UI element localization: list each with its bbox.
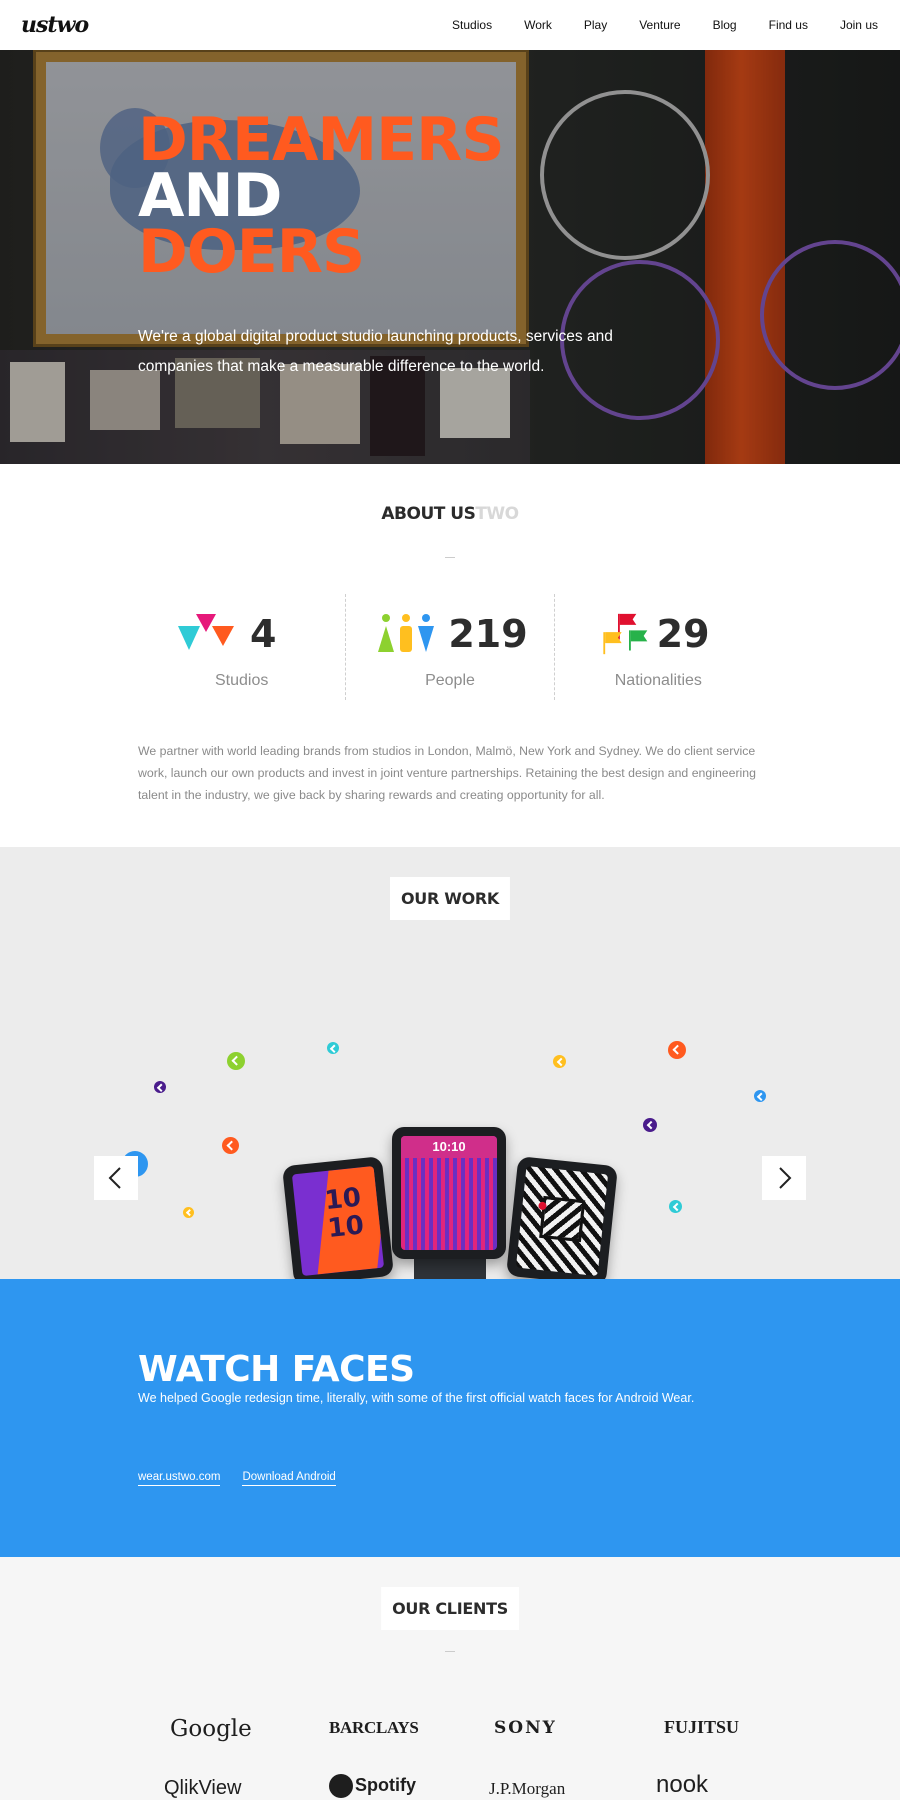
client-logo-jpmorgan: J.P.Morgan bbox=[489, 1779, 566, 1798]
carousel-next-button[interactable] bbox=[762, 1156, 806, 1200]
decorative-dot-icon bbox=[754, 1090, 766, 1102]
flags-icon bbox=[602, 613, 647, 655]
nav-join-us[interactable]: Join us bbox=[840, 18, 878, 32]
watch-face-center: 10:10 bbox=[401, 1136, 497, 1250]
nav-find-us[interactable]: Find us bbox=[769, 18, 808, 32]
feature-links: wear.ustwo.com Download Android bbox=[138, 1471, 336, 1486]
watch-time: 10:10 bbox=[401, 1136, 497, 1158]
client-logo-fujitsu: FUJITSU bbox=[664, 1717, 740, 1737]
stat-people: 219 People bbox=[345, 594, 553, 700]
hero-banner: DREAMERS AND DOERS We're a global digita… bbox=[0, 50, 900, 464]
carousel-prev-button[interactable] bbox=[94, 1156, 138, 1200]
nav-blog[interactable]: Blog bbox=[713, 18, 737, 32]
decorative-dot-icon bbox=[183, 1207, 194, 1218]
about-title-us: ABOUT US bbox=[381, 504, 476, 524]
about-divider bbox=[445, 557, 455, 558]
hero-title-line1: DREAMERS bbox=[138, 105, 505, 175]
top-nav: ustwo Studios Work Play Venture Blog Fin… bbox=[0, 0, 900, 50]
our-work-title: OUR WORK bbox=[389, 877, 511, 920]
watch-face-right bbox=[515, 1165, 609, 1277]
wear-ustwo-link[interactable]: wear.ustwo.com bbox=[138, 1471, 221, 1486]
stat-nationalities: 29 Nationalities bbox=[553, 594, 762, 700]
watch-face-pattern bbox=[539, 1195, 586, 1243]
our-clients-section: OUR CLIENTS Google BARCLAYS SONY FUJITSU… bbox=[0, 1557, 900, 1800]
about-title-two: TWO bbox=[475, 504, 519, 524]
feature-description: We helped Google redesign time, literall… bbox=[138, 1391, 695, 1405]
stat-nationalities-value: 29 bbox=[656, 612, 710, 656]
stat-studios-label: Studios bbox=[214, 672, 269, 689]
stat-people-label: People bbox=[425, 672, 475, 689]
stat-people-value: 219 bbox=[448, 612, 528, 656]
client-logo-nook: nook bbox=[656, 1771, 709, 1798]
stat-studios-value: 4 bbox=[250, 612, 277, 656]
watch-face-left: 10 10 bbox=[291, 1165, 385, 1277]
decorative-dot-icon bbox=[668, 1041, 686, 1059]
client-logo-spotify-text: Spotify bbox=[355, 1774, 416, 1795]
ustwo-logo[interactable]: ustwo bbox=[21, 12, 89, 38]
decorative-dot-icon bbox=[669, 1200, 682, 1213]
watch-minutes: 10 bbox=[326, 1210, 366, 1245]
hero-title: DREAMERS AND DOERS bbox=[138, 105, 505, 287]
decorative-dot-icon bbox=[227, 1052, 245, 1070]
about-title: ABOUT USTWO bbox=[0, 504, 900, 524]
watch-faces-feature: WATCH FACES We helped Google redesign ti… bbox=[0, 1279, 900, 1557]
client-logo-sony: SONY bbox=[494, 1718, 557, 1738]
stats-row: 4 Studios 219 People 29 Nationalities bbox=[138, 594, 762, 700]
decorative-dot-icon bbox=[222, 1137, 239, 1154]
chevron-right-icon bbox=[779, 1167, 792, 1189]
watch-left: 10 10 bbox=[282, 1156, 394, 1286]
triangles-icon bbox=[178, 614, 234, 650]
stat-nationalities-label: Nationalities bbox=[614, 672, 702, 689]
spotify-icon bbox=[329, 1774, 353, 1798]
watch-face-digits: 10 10 bbox=[323, 1183, 366, 1245]
decorative-dot-icon bbox=[327, 1042, 339, 1054]
nav-work[interactable]: Work bbox=[524, 18, 552, 32]
about-description: We partner with world leading brands fro… bbox=[138, 744, 756, 802]
our-clients-title: OUR CLIENTS bbox=[381, 1587, 519, 1630]
decorative-dot-icon bbox=[643, 1118, 657, 1132]
client-logo-google: Google bbox=[170, 1716, 252, 1742]
stat-studios: 4 Studios bbox=[138, 594, 345, 700]
client-logo-qlikview: QlikView bbox=[164, 1777, 242, 1799]
decorative-dot-icon bbox=[154, 1081, 166, 1093]
nav-links: Studios Work Play Venture Blog Find us J… bbox=[452, 18, 878, 32]
nav-venture[interactable]: Venture bbox=[639, 18, 680, 32]
chevron-left-icon bbox=[108, 1167, 121, 1189]
hero-description: We're a global digital product studio la… bbox=[138, 328, 613, 375]
nav-studios[interactable]: Studios bbox=[452, 18, 492, 32]
decorative-dot-icon bbox=[553, 1055, 566, 1068]
watch-right bbox=[506, 1156, 618, 1286]
clients-divider bbox=[445, 1651, 455, 1652]
client-logo-barclays: BARCLAYS bbox=[329, 1718, 419, 1737]
hero-title-line3: DOERS bbox=[138, 217, 365, 287]
hero-title-line2: AND bbox=[138, 161, 282, 231]
client-logo-spotify: Spotify bbox=[329, 1774, 416, 1798]
feature-title: WATCH FACES bbox=[138, 1349, 415, 1390]
watch-center: 10:10 bbox=[392, 1127, 506, 1259]
nav-play[interactable]: Play bbox=[584, 18, 607, 32]
people-icon bbox=[378, 614, 435, 652]
download-android-link[interactable]: Download Android bbox=[242, 1471, 336, 1486]
